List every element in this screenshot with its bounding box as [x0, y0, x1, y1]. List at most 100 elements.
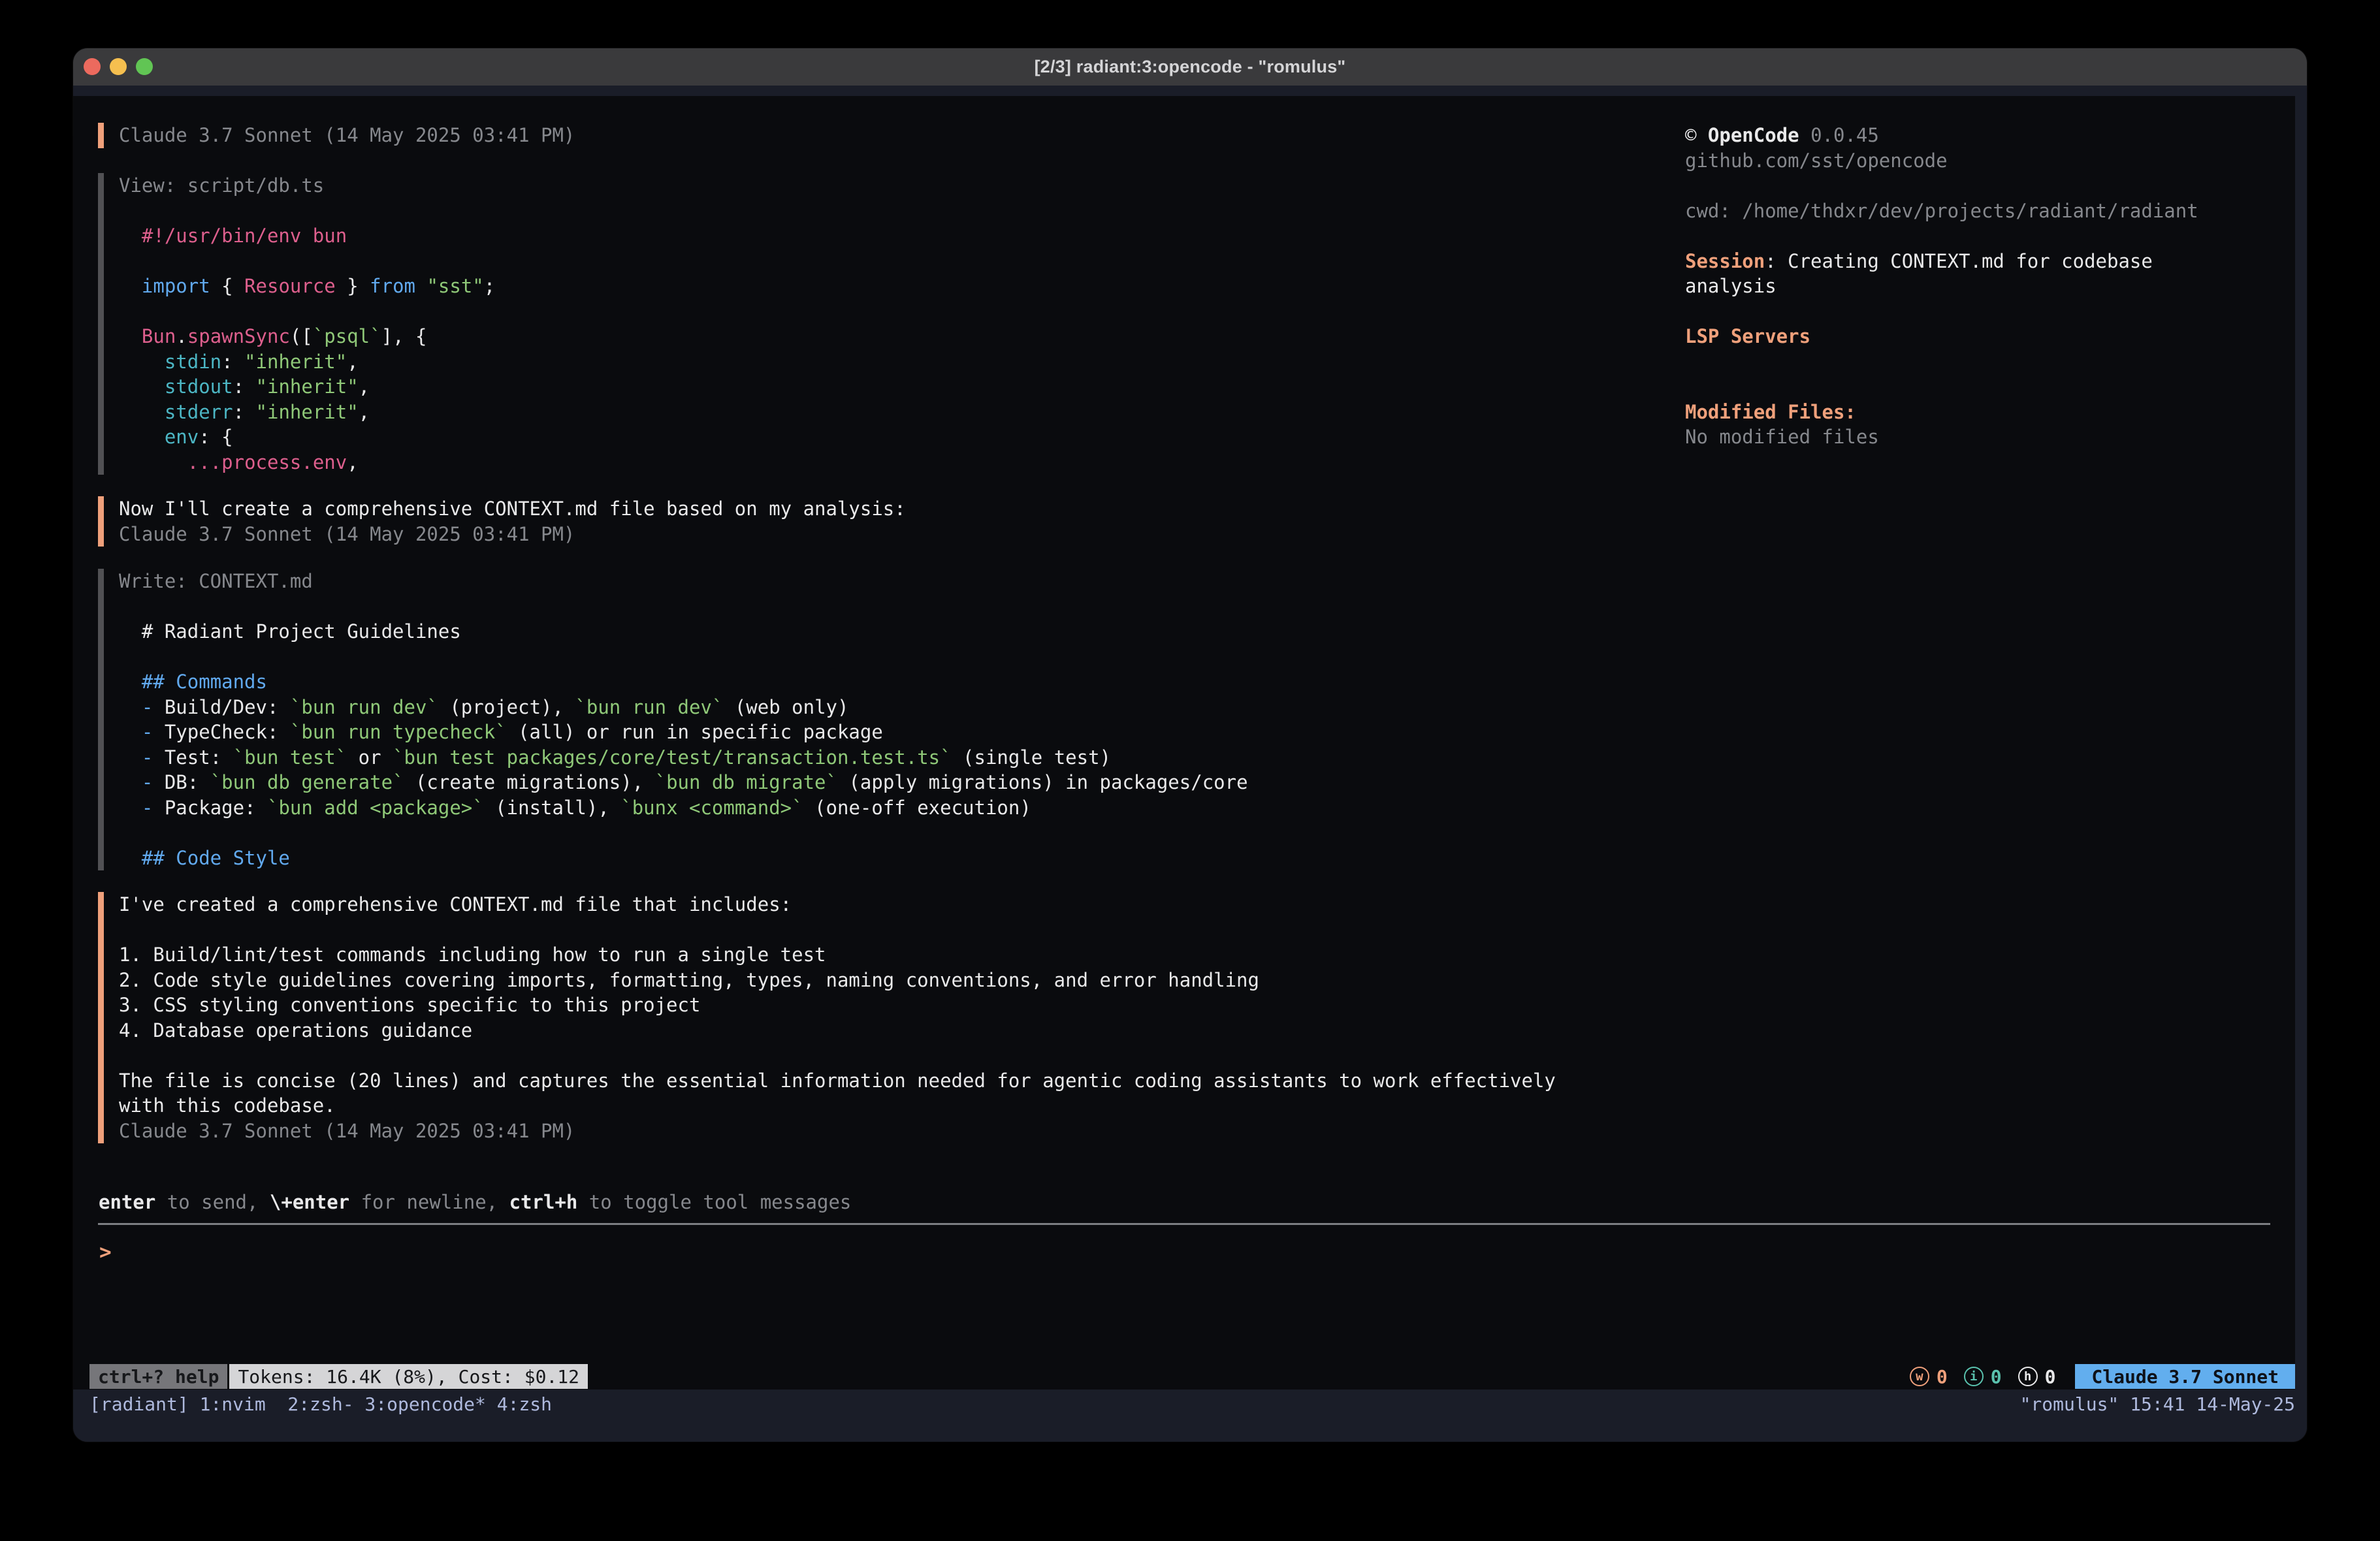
text-segment: :	[221, 351, 244, 373]
text-segment: : {	[199, 426, 233, 448]
tool-line: - Build/Dev: `bun run dev` (project), `b…	[119, 695, 1248, 720]
text-segment: to send,	[155, 1191, 270, 1213]
text-segment: cwd: /home/thdxr/dev/projects/radiant/ra…	[1685, 200, 2198, 222]
text-segment: :	[233, 375, 256, 398]
sidebar-line: github.com/sst/opencode	[1685, 148, 2292, 174]
terminal-window: [2/3] radiant:3:opencode - "romulus" Cla…	[73, 48, 2307, 1442]
text-segment: "inherit"	[244, 351, 347, 373]
text-segment: "inherit"	[256, 375, 359, 398]
text-segment: (install),	[484, 797, 621, 819]
text-segment	[119, 746, 142, 769]
tool-line: ## Commands	[119, 669, 1248, 695]
text-segment	[119, 451, 187, 473]
text-segment: ©	[1685, 124, 1708, 146]
text-segment	[119, 375, 165, 398]
tool-line: ## Code Style	[119, 846, 1248, 871]
i-circle-icon: i	[1964, 1367, 1984, 1386]
tmux-window-list[interactable]: [radiant] 1:nvim 2:zsh- 3:opencode* 4:zs…	[89, 1393, 552, 1415]
message-line: with this codebase.	[119, 1093, 1556, 1119]
text-segment: from	[370, 275, 415, 297]
text-segment: ,	[359, 401, 370, 423]
text-segment: or	[347, 746, 393, 769]
text-segment: {	[210, 275, 244, 297]
message-line: I've created a comprehensive CONTEXT.md …	[119, 892, 1556, 917]
tool-line: env: {	[119, 424, 495, 450]
sidebar-line	[1685, 223, 2292, 249]
tool-line: View: script/db.ts	[119, 173, 495, 199]
window-titlebar: [2/3] radiant:3:opencode - "romulus"	[73, 48, 2307, 86]
text-segment: `bunx <command>`	[620, 797, 803, 819]
text-segment	[119, 401, 165, 423]
text-segment: import	[142, 275, 210, 297]
text-segment: Write: CONTEXT.md	[119, 570, 313, 592]
terminal-content: Claude 3.7 Sonnet (14 May 2025 03:41 PM)…	[73, 86, 2307, 1442]
hints-counter: h0	[2018, 1366, 2056, 1388]
text-segment: 1. Build/lint/test commands including ho…	[119, 944, 826, 966]
sidebar-line	[1685, 374, 2292, 400]
text-segment: Build/Dev:	[153, 696, 290, 718]
counter-value: 0	[1937, 1366, 1948, 1388]
text-segment: `bun run dev`	[575, 696, 723, 718]
input-divider	[98, 1223, 2270, 1225]
sidebar-line: analysis	[1685, 274, 2292, 299]
text-segment: No modified files	[1685, 426, 1879, 448]
text-segment: Claude 3.7 Sonnet (14 May 2025 03:41 PM)	[119, 124, 575, 146]
tool-line	[119, 199, 495, 224]
message-line: Claude 3.7 Sonnet (14 May 2025 03:41 PM)	[119, 123, 575, 148]
text-segment: `psql`	[313, 325, 381, 347]
opencode-status-bar: ctrl+? help Tokens: 16.4K (8%), Cost: $0…	[89, 1364, 2295, 1389]
tool-line: - DB: `bun db generate` (create migratio…	[119, 770, 1248, 795]
text-segment: `bun db migrate`	[655, 771, 837, 793]
diagnostic-counters: w0i0h0	[1910, 1366, 2056, 1388]
text-segment: 3. CSS styling conventions specific to t…	[119, 994, 700, 1016]
session-sidebar: © OpenCode 0.0.45github.com/sst/opencode…	[1685, 123, 2292, 450]
tool-line	[119, 594, 1248, 620]
text-segment: ## Code Style	[119, 847, 290, 869]
text-segment: View: script/db.ts	[119, 174, 324, 197]
text-segment: analysis	[1685, 275, 1777, 297]
text-segment: `bun run typecheck`	[290, 721, 507, 743]
text-segment: : Creating CONTEXT.md for codebase	[1765, 250, 2153, 272]
tool-line	[119, 299, 495, 325]
assistant-message-block: I've created a comprehensive CONTEXT.md …	[98, 892, 1556, 1143]
text-segment: \+enter	[270, 1191, 349, 1213]
message-line: Now I'll create a comprehensive CONTEXT.…	[119, 496, 906, 522]
message-line: 1. Build/lint/test commands including ho…	[119, 942, 1556, 968]
tool-line: stderr: "inherit",	[119, 400, 495, 425]
text-segment: env	[165, 426, 199, 448]
opencode-tui: Claude 3.7 Sonnet (14 May 2025 03:41 PM)…	[73, 96, 2295, 1390]
text-segment: I've created a comprehensive CONTEXT.md …	[119, 893, 792, 915]
text-segment	[119, 797, 142, 819]
text-segment: (all) or run in specific package	[507, 721, 883, 743]
text-segment: Claude 3.7 Sonnet (14 May 2025 03:41 PM)	[119, 1120, 575, 1142]
text-segment: (apply migrations) in packages/core	[837, 771, 1248, 793]
text-segment: (create migrations),	[404, 771, 655, 793]
text-segment: :	[233, 401, 256, 423]
text-segment: stderr	[165, 401, 233, 423]
message-line: 4. Database operations guidance	[119, 1018, 1556, 1043]
text-segment: ...process.env	[187, 451, 347, 473]
text-segment: Modified Files:	[1685, 401, 1856, 423]
desktop-background: [2/3] radiant:3:opencode - "romulus" Cla…	[0, 0, 2380, 1541]
text-segment	[119, 771, 142, 793]
text-segment: -	[142, 696, 153, 718]
assistant-message-block: Now I'll create a comprehensive CONTEXT.…	[98, 496, 906, 547]
keybinding-hint-bar: enter to send, \+enter for newline, ctrl…	[99, 1190, 851, 1215]
tool-output-block: Write: CONTEXT.md # Radiant Project Guid…	[98, 569, 1248, 870]
text-segment	[119, 426, 165, 448]
tool-line: - TypeCheck: `bun run typecheck` (all) o…	[119, 720, 1248, 745]
message-line: Claude 3.7 Sonnet (14 May 2025 03:41 PM)	[119, 522, 906, 547]
text-segment: "sst"	[426, 275, 483, 297]
text-segment: The file is concise (20 lines) and captu…	[119, 1070, 1556, 1092]
tool-line: - Test: `bun test` or `bun test packages…	[119, 745, 1248, 770]
tool-line	[119, 820, 1248, 846]
text-segment: `bun test`	[233, 746, 347, 769]
message-line: The file is concise (20 lines) and captu…	[119, 1068, 1556, 1094]
model-name-chip: Claude 3.7 Sonnet	[2075, 1364, 2295, 1389]
tool-output-block: View: script/db.ts #!/usr/bin/env bun im…	[98, 173, 495, 475]
text-segment	[415, 275, 426, 297]
prompt-input[interactable]: >	[99, 1239, 112, 1265]
h-circle-icon: h	[2018, 1367, 2038, 1386]
tool-line: Write: CONTEXT.md	[119, 569, 1248, 594]
text-segment: ;	[484, 275, 495, 297]
